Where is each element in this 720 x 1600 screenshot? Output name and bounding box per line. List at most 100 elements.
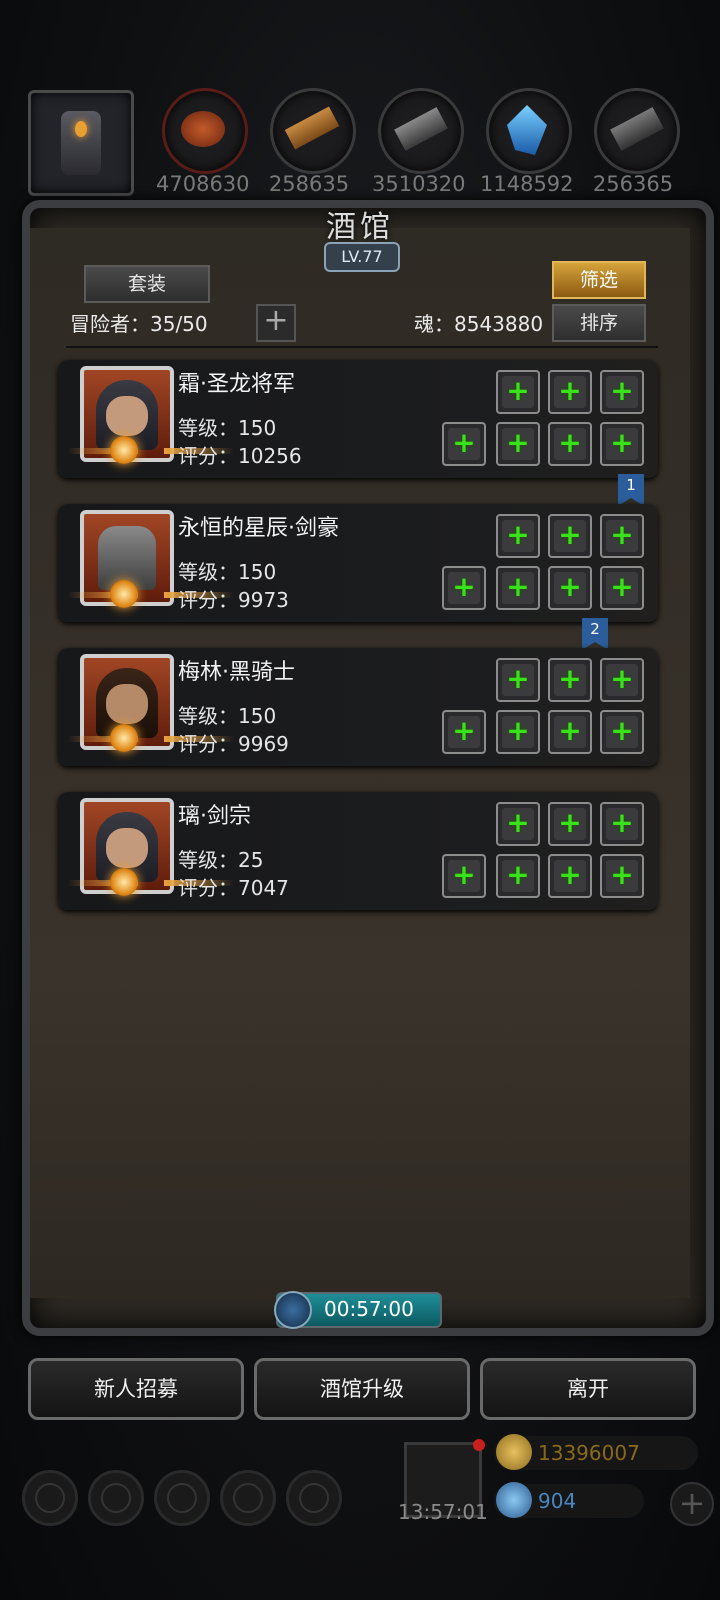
- meat-resource[interactable]: 4708630: [156, 88, 250, 196]
- guild-icon[interactable]: [286, 1470, 342, 1526]
- stone-resource[interactable]: 256365: [593, 88, 680, 196]
- helmet-slot[interactable]: +: [496, 514, 540, 558]
- amulet-slot[interactable]: +: [600, 422, 644, 466]
- hero-score: 评分：9969: [178, 732, 289, 756]
- gem-currency: 904: [494, 1482, 644, 1518]
- hero-score: 评分：7047: [178, 876, 289, 900]
- plus-icon: +: [558, 806, 582, 839]
- armor-slot[interactable]: +: [548, 514, 592, 558]
- weapon-slot[interactable]: +: [442, 710, 486, 754]
- star-medal-icon: [110, 436, 138, 464]
- plus-icon: +: [452, 714, 476, 747]
- crystal-count: 1148592: [480, 172, 574, 196]
- castle-icon[interactable]: [154, 1470, 210, 1526]
- crystal-resource[interactable]: 1148592: [480, 88, 574, 196]
- star-medal-icon: [110, 868, 138, 896]
- timer-text: 00:57:00: [324, 1297, 414, 1321]
- hero-score: 评分：10256: [178, 444, 302, 468]
- achievement-icon[interactable]: [88, 1470, 144, 1526]
- plus-icon: +: [506, 806, 530, 839]
- weapon-slot[interactable]: +: [442, 854, 486, 898]
- plus-icon: +: [610, 714, 634, 747]
- add-adventurer-slot-button[interactable]: +: [256, 304, 296, 342]
- plus-icon: +: [506, 858, 530, 891]
- set-button[interactable]: 套装: [84, 265, 210, 303]
- ring-slot[interactable]: +: [548, 854, 592, 898]
- hero-card[interactable]: 璃·剑宗 等级：25 评分：7047 + + + + + + +: [58, 792, 658, 910]
- plus-icon: +: [558, 426, 582, 459]
- refresh-timer: 00:57:00: [274, 1291, 442, 1329]
- weapon-slot[interactable]: +: [442, 422, 486, 466]
- hero-card[interactable]: 霜·圣龙将军 等级：150 评分：10256 + + + + + + +: [58, 360, 658, 478]
- resource-bar: 4708630 258635 3510320 1148592 256365: [0, 88, 720, 198]
- soul-count: 魂：8543880: [414, 312, 544, 336]
- hero-card[interactable]: 梅林·黑骑士 等级：150 评分：9969 + + + + + + +: [58, 648, 658, 766]
- armor-slot[interactable]: +: [548, 802, 592, 846]
- ring-slot[interactable]: +: [548, 566, 592, 610]
- plus-icon: +: [610, 518, 634, 551]
- recruit-button[interactable]: 新人招募: [28, 1358, 244, 1420]
- iron-icon: [378, 88, 464, 174]
- stone-count: 256365: [592, 172, 674, 196]
- gift-timer: 13:57:01: [398, 1500, 488, 1524]
- adventurers-count: 冒险者：35/50: [70, 312, 208, 336]
- hero-name: 永恒的星辰·剑豪: [178, 516, 339, 541]
- page-title: 酒馆: [326, 210, 394, 245]
- hero-portrait-slot[interactable]: [28, 88, 134, 196]
- helmet-slot[interactable]: +: [496, 370, 540, 414]
- wood-icon: [270, 88, 356, 174]
- amulet-slot[interactable]: +: [600, 710, 644, 754]
- plus-icon: +: [558, 714, 582, 747]
- stone-icon: [594, 88, 680, 174]
- sort-button[interactable]: 排序: [552, 304, 646, 342]
- hero-score: 评分：9973: [178, 588, 289, 612]
- gloves-slot[interactable]: +: [600, 658, 644, 702]
- cape-slot[interactable]: +: [496, 422, 540, 466]
- gold-amount: 13396007: [538, 1441, 640, 1465]
- gloves-slot[interactable]: +: [600, 802, 644, 846]
- plus-icon: +: [452, 570, 476, 603]
- plus-icon: +: [610, 858, 634, 891]
- add-currency-button[interactable]: +: [670, 1482, 714, 1526]
- settings-icon[interactable]: [22, 1470, 78, 1526]
- cape-slot[interactable]: +: [496, 710, 540, 754]
- plus-icon: +: [610, 662, 634, 695]
- amulet-slot[interactable]: +: [600, 854, 644, 898]
- hero-level: 等级：150: [178, 704, 277, 728]
- gloves-slot[interactable]: +: [600, 370, 644, 414]
- meat-count: 4708630: [156, 172, 250, 196]
- clock-icon: [274, 1291, 312, 1329]
- weapon-slot[interactable]: +: [442, 566, 486, 610]
- plus-icon: +: [558, 374, 582, 407]
- iron-resource[interactable]: 3510320: [372, 88, 466, 196]
- armor-slot[interactable]: +: [548, 370, 592, 414]
- ring-slot[interactable]: +: [548, 422, 592, 466]
- gold-coin-icon: [496, 1434, 532, 1470]
- leave-button[interactable]: 离开: [480, 1358, 696, 1420]
- plus-icon: +: [558, 570, 582, 603]
- hero-name: 璃·剑宗: [178, 804, 251, 829]
- gloves-slot[interactable]: +: [600, 514, 644, 558]
- title-plate: 酒馆 LV.77: [250, 200, 470, 272]
- hero-card[interactable]: 永恒的星辰·剑豪 等级：150 评分：9973 + + + + + + +: [58, 504, 658, 622]
- hero-level: 等级：150: [178, 560, 277, 584]
- amulet-slot[interactable]: +: [600, 566, 644, 610]
- filter-button[interactable]: 筛选: [552, 261, 646, 299]
- plus-icon: +: [506, 374, 530, 407]
- mail-icon[interactable]: [220, 1470, 276, 1526]
- hero-level: 等级：150: [178, 416, 277, 440]
- helmet-slot[interactable]: +: [496, 658, 540, 702]
- wood-resource[interactable]: 258635: [269, 88, 356, 196]
- helmet-slot[interactable]: +: [496, 802, 540, 846]
- upgrade-tavern-button[interactable]: 酒馆升级: [254, 1358, 470, 1420]
- star-medal-icon: [110, 724, 138, 752]
- cape-slot[interactable]: +: [496, 566, 540, 610]
- gem-amount: 904: [538, 1489, 577, 1513]
- iron-count: 3510320: [372, 172, 466, 196]
- armor-slot[interactable]: +: [548, 658, 592, 702]
- ring-slot[interactable]: +: [548, 710, 592, 754]
- cape-slot[interactable]: +: [496, 854, 540, 898]
- plus-icon: +: [558, 858, 582, 891]
- plus-icon: +: [506, 518, 530, 551]
- notification-dot: [473, 1439, 485, 1451]
